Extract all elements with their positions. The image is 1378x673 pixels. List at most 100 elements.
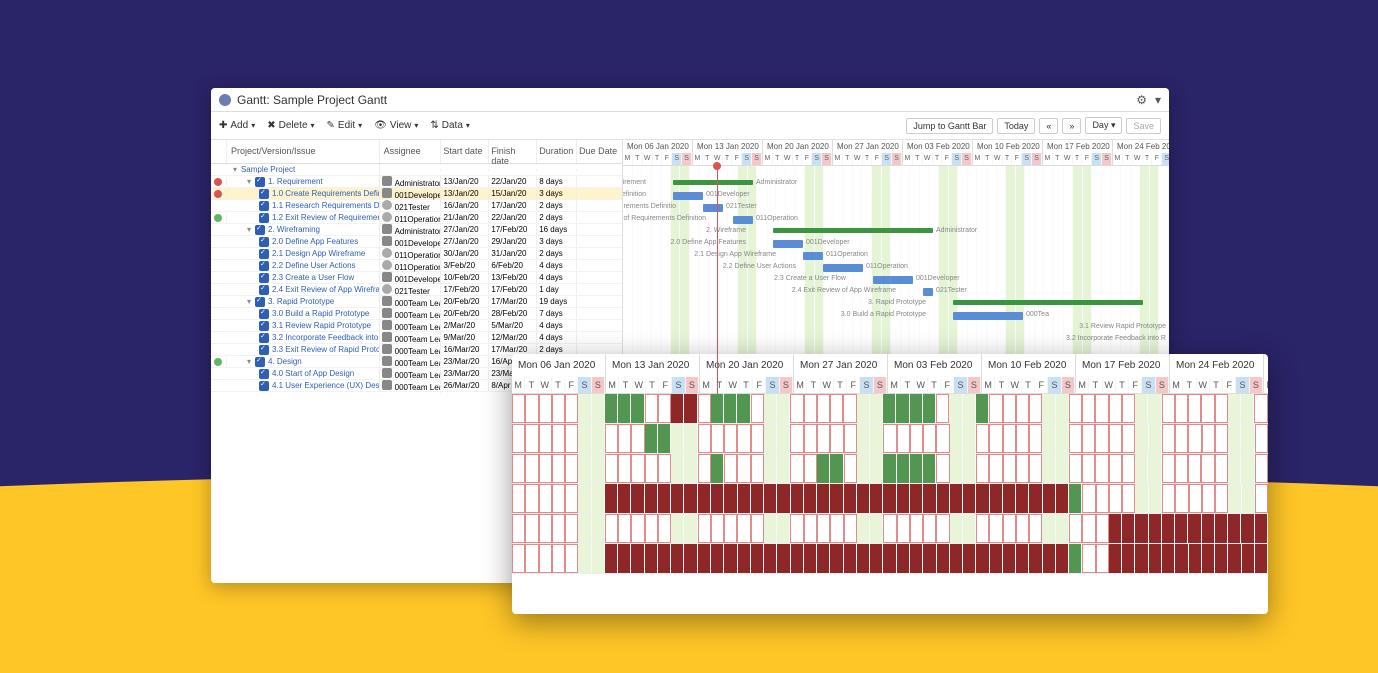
task-name[interactable]: 2.1 Design App Wireframe bbox=[272, 249, 365, 258]
today-button[interactable]: Today bbox=[997, 118, 1035, 134]
workload-cell bbox=[1109, 394, 1122, 423]
jump-button[interactable]: Jump to Gantt Bar bbox=[906, 118, 993, 134]
workload-cell bbox=[618, 484, 631, 513]
cell-finish: 17/Jan/20 bbox=[489, 200, 537, 211]
workload-cell bbox=[1043, 484, 1056, 513]
workload-cell bbox=[605, 484, 618, 513]
day-label: M bbox=[903, 153, 913, 165]
task-name[interactable]: 2.2 Define User Actions bbox=[272, 261, 356, 270]
day-label: W bbox=[923, 153, 933, 165]
gantt-bar[interactable] bbox=[733, 216, 753, 224]
task-name[interactable]: 2. Wireframing bbox=[268, 225, 320, 234]
col-duration[interactable]: Duration bbox=[537, 140, 577, 163]
gantt-bar[interactable] bbox=[873, 276, 913, 284]
gantt-bar[interactable] bbox=[703, 204, 723, 212]
task-name[interactable]: 1.2 Exit Review of Requirements De... bbox=[272, 213, 380, 222]
workload-cell bbox=[578, 394, 591, 423]
col-start[interactable]: Start date bbox=[441, 140, 489, 163]
prev-button[interactable]: « bbox=[1039, 118, 1058, 134]
toggle-icon[interactable]: ▾ bbox=[245, 225, 253, 234]
task-name[interactable]: 3. Rapid Prototype bbox=[268, 297, 334, 306]
gantt-bar[interactable] bbox=[953, 312, 1023, 320]
workload-cell bbox=[817, 454, 830, 483]
next-button[interactable]: » bbox=[1062, 118, 1081, 134]
workload-cell bbox=[631, 394, 644, 423]
task-name[interactable]: 1. Requirement bbox=[268, 177, 323, 186]
workload-cell bbox=[804, 484, 817, 513]
task-name[interactable]: 3.1 Review Rapid Prototype bbox=[272, 321, 371, 330]
workload-cell bbox=[724, 514, 737, 543]
delete-button[interactable]: ✖ Delete bbox=[267, 120, 314, 131]
add-button[interactable]: ✚ Add bbox=[219, 120, 255, 131]
workload-cell bbox=[764, 514, 777, 543]
task-name[interactable]: 3.3 Exit Review of Rapid Prototype bbox=[272, 345, 380, 354]
day-label: M bbox=[623, 153, 633, 165]
zoom-button[interactable]: Day ▾ bbox=[1085, 117, 1122, 134]
task-name[interactable]: 1.1 Research Requirements Definiti... bbox=[272, 201, 380, 210]
task-name[interactable]: Sample Project bbox=[241, 165, 295, 174]
task-name[interactable]: 2.3 Create a User Flow bbox=[272, 273, 354, 282]
gantt-bar[interactable] bbox=[673, 192, 703, 200]
gantt-bar[interactable] bbox=[823, 264, 863, 272]
workload-cell bbox=[857, 544, 870, 573]
workload-cell bbox=[817, 424, 830, 453]
gantt-bar[interactable] bbox=[953, 300, 1143, 305]
workload-cell bbox=[618, 544, 631, 573]
col-finish[interactable]: Finish date bbox=[489, 140, 537, 163]
toggle-icon[interactable]: ▾ bbox=[231, 165, 239, 174]
view-button[interactable]: 👁 View bbox=[374, 120, 418, 131]
day-label: T bbox=[703, 153, 713, 165]
cell-finish: 31/Jan/20 bbox=[489, 248, 537, 259]
bar-label-right: 021Tester bbox=[726, 203, 757, 210]
cell-dur bbox=[537, 169, 577, 171]
week-label: Mon 13 Jan 2020 bbox=[693, 140, 762, 153]
workload-cell bbox=[1135, 424, 1148, 453]
col-due[interactable]: Due Date bbox=[577, 140, 622, 163]
toggle-icon[interactable]: ▾ bbox=[245, 357, 253, 366]
overlay-day-label: M bbox=[888, 377, 901, 393]
toggle-icon[interactable]: ▾ bbox=[245, 297, 253, 306]
task-name[interactable]: 2.4 Exit Review of App Wireframe bbox=[272, 285, 380, 294]
day-label: M bbox=[973, 153, 983, 165]
col-issue[interactable]: Project/Version/Issue bbox=[227, 140, 380, 163]
task-icon bbox=[259, 321, 269, 331]
gantt-bar[interactable] bbox=[803, 252, 823, 260]
task-name[interactable]: 3.2 Incorporate Feedback into Rapi... bbox=[272, 333, 380, 342]
task-name[interactable]: 4.1 User Experience (UX) Design bbox=[272, 381, 380, 390]
workload-cell bbox=[936, 514, 949, 543]
gantt-bar[interactable] bbox=[673, 180, 753, 185]
task-name[interactable]: 4.0 Start of App Design bbox=[272, 369, 354, 378]
day-label: F bbox=[872, 153, 882, 165]
workload-cell bbox=[857, 394, 870, 423]
task-name[interactable]: 1.0 Create Requirements Definition bbox=[272, 189, 380, 198]
task-name[interactable]: 2.0 Define App Features bbox=[272, 237, 358, 246]
cell-start: 10/Feb/20 bbox=[441, 272, 489, 283]
workload-cell bbox=[1215, 424, 1228, 453]
workload-cell bbox=[525, 424, 538, 453]
chevron-down-icon[interactable]: ▾ bbox=[1155, 93, 1161, 107]
gantt-bar[interactable] bbox=[923, 288, 933, 296]
workload-cell bbox=[1175, 454, 1188, 483]
overlay-day-label: T bbox=[525, 377, 538, 393]
data-button[interactable]: ⇅ Data bbox=[430, 120, 470, 131]
workload-cell bbox=[578, 484, 591, 513]
save-button[interactable]: Save bbox=[1126, 118, 1161, 134]
task-name[interactable]: 4. Design bbox=[268, 357, 302, 366]
edit-button[interactable]: ✎ Edit bbox=[327, 120, 363, 131]
avatar bbox=[382, 320, 392, 330]
workload-cell bbox=[1043, 544, 1056, 573]
workload-cell bbox=[1241, 454, 1254, 483]
gantt-bar[interactable] bbox=[773, 228, 933, 233]
avatar bbox=[382, 200, 392, 210]
gantt-bar[interactable] bbox=[773, 240, 803, 248]
workload-cell bbox=[552, 544, 565, 573]
workload-cell bbox=[737, 424, 750, 453]
gear-icon[interactable]: ⚙ bbox=[1136, 93, 1147, 107]
workload-cell bbox=[671, 394, 684, 423]
col-assignee[interactable]: Assignee bbox=[380, 140, 442, 163]
day-label: F bbox=[802, 153, 812, 165]
toggle-icon[interactable]: ▾ bbox=[245, 177, 253, 186]
workload-cell bbox=[525, 394, 538, 423]
task-name[interactable]: 3.0 Build a Rapid Prototype bbox=[272, 309, 369, 318]
workload-cell bbox=[1215, 514, 1228, 543]
